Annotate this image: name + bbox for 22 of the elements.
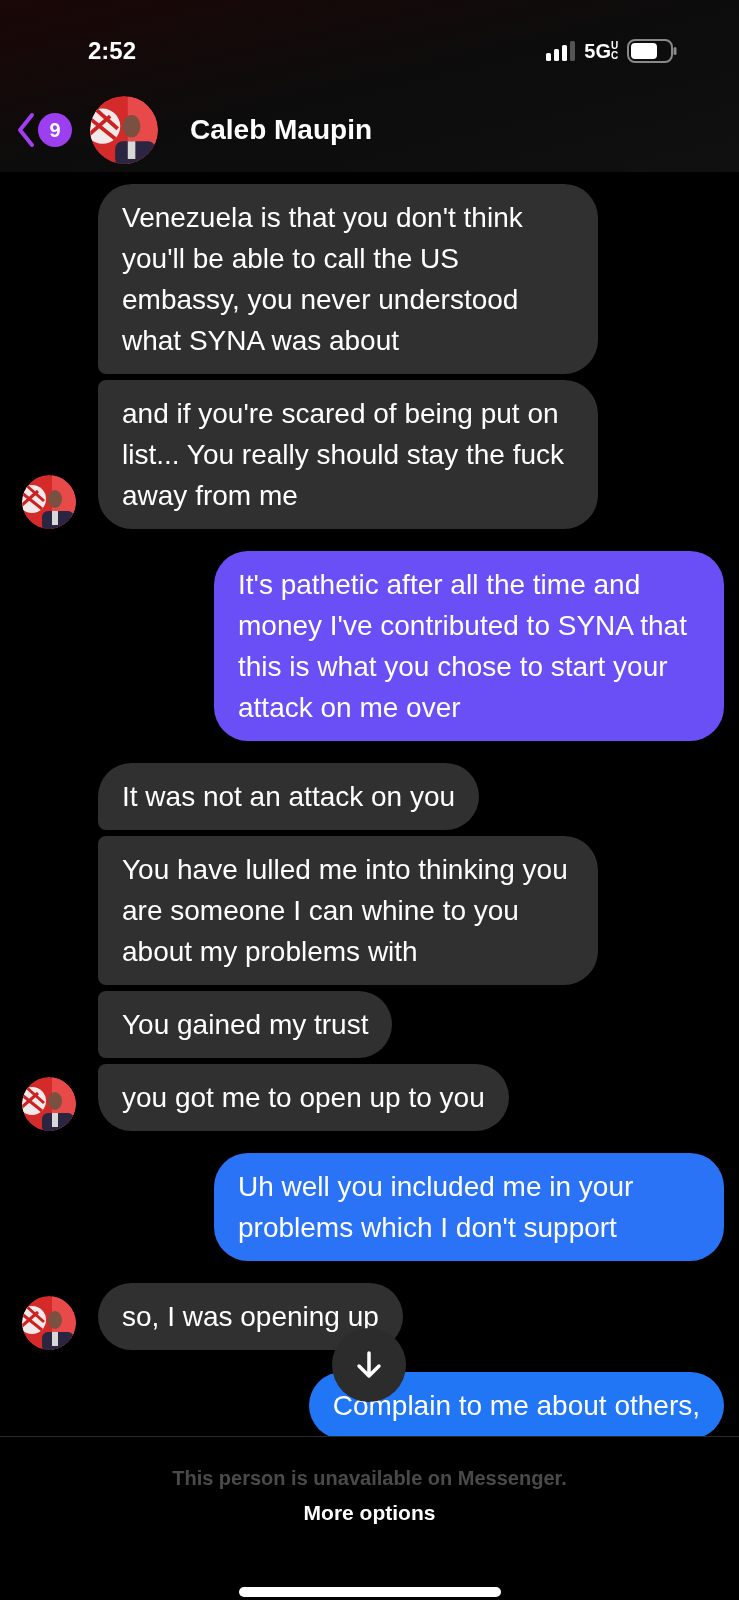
received-message: It was not an attack on you [98, 763, 480, 830]
received-message: you got me to open up to you [98, 1064, 509, 1131]
more-options-button[interactable]: More options [303, 1497, 436, 1529]
network-sub-label: UC [611, 41, 619, 61]
received-message: You have lulled me into thinking you are someone I can whine to you about my problems with [98, 836, 598, 985]
received-message: You gained my trust [98, 991, 393, 1058]
received-message: and if you're scared of being put on list... You really should stay the fuck away from me [98, 380, 598, 529]
signal-icon [546, 41, 577, 61]
unavailable-notice: This person is unavailable on Messenger. [172, 1466, 567, 1491]
battery-icon [627, 39, 677, 63]
received-message: Venezuela is that you don't think you'll be able to call the US embassy, you never understood what SYNA was about [98, 184, 598, 374]
back-button[interactable]: 9 [16, 112, 72, 148]
status-time: 2:52 [88, 36, 137, 66]
back-chevron-icon [16, 112, 36, 148]
sent-message: Complain to me about others, [308, 1372, 724, 1436]
down-arrow-icon [354, 1350, 384, 1380]
unread-badge: 9 [38, 113, 72, 147]
sent-message: It's pathetic after all the time and money I've contributed to SYNA that this is what you chose to start your attack on me over [214, 551, 724, 741]
contact-name: Caleb Maupin [190, 113, 372, 147]
received-message: so, I was opening up [98, 1283, 403, 1350]
network-label: 5G [584, 39, 611, 64]
sent-message: Uh well you included me in your problems which I don't support [214, 1153, 724, 1261]
